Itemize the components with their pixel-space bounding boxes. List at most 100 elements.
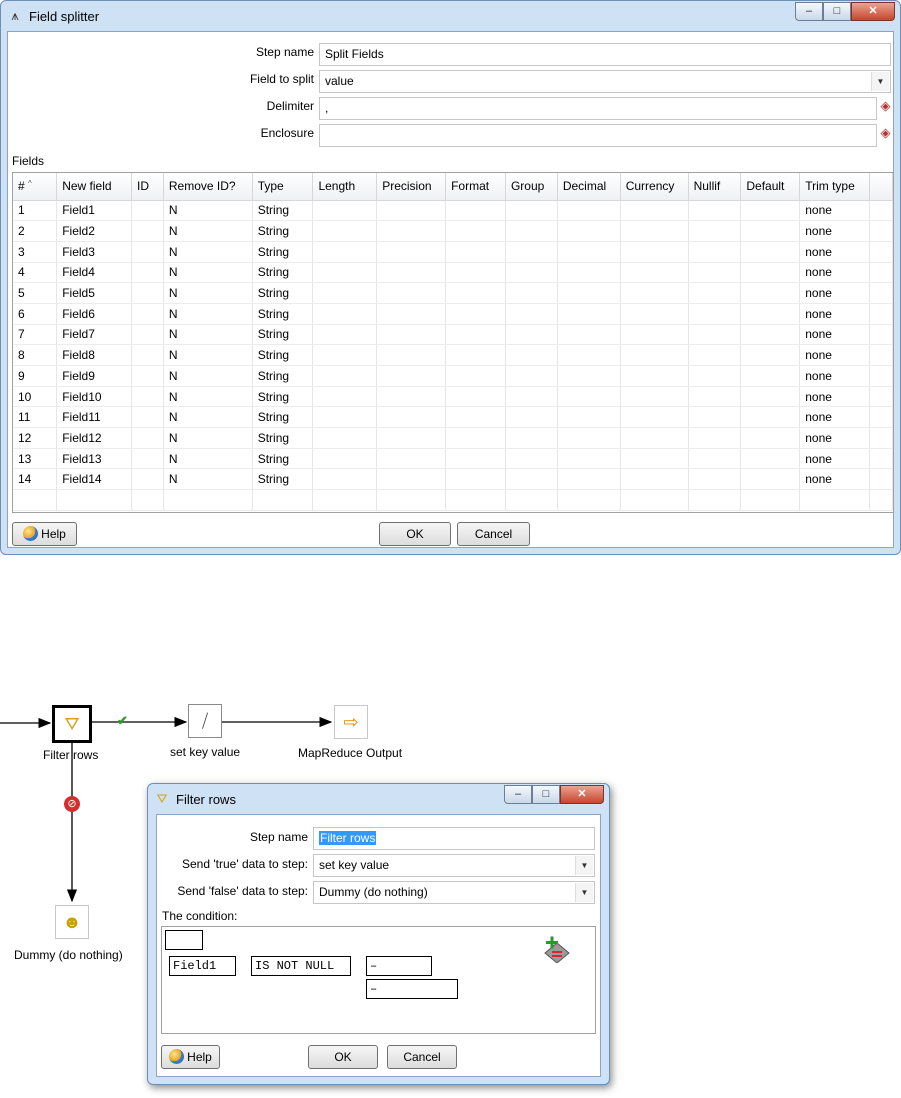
table-cell[interactable] [376,324,447,346]
table-cell[interactable] [505,489,558,511]
table-cell[interactable]: 2 [13,220,58,242]
table-cell[interactable] [376,282,447,304]
table-cell[interactable]: N [163,324,253,346]
table-cell[interactable] [376,406,447,429]
table-cell[interactable] [13,489,58,511]
table-cell[interactable]: String [252,303,314,325]
condition-compare-field[interactable]: – [366,956,432,976]
table-cell[interactable] [505,220,558,242]
table-cell[interactable]: String [252,468,314,491]
table-row[interactable]: 12 Field12 N String none [13,427,893,449]
table-cell[interactable] [620,448,689,470]
table-cell[interactable]: Field2 [56,220,133,242]
table-cell[interactable] [688,241,742,263]
table-cell[interactable] [376,489,447,511]
table-cell[interactable] [445,303,506,325]
table-cell[interactable]: none [799,303,871,325]
table-cell[interactable]: Field14 [56,468,133,491]
table-cell[interactable]: Field3 [56,241,133,263]
table-cell[interactable] [505,365,558,387]
table-cell[interactable]: 3 [13,241,58,263]
table-cell[interactable]: String [252,220,314,242]
table-cell[interactable] [376,303,447,325]
table-cell[interactable] [740,262,801,284]
table-cell[interactable] [131,365,164,387]
table-cell[interactable] [620,262,689,284]
column-header[interactable]: Trim type [799,173,871,201]
ok-button[interactable]: OK [308,1045,378,1069]
table-cell[interactable] [131,262,164,284]
add-condition-icon[interactable] [543,935,571,964]
table-cell[interactable] [376,365,447,387]
table-cell[interactable] [869,489,893,511]
table-cell[interactable] [312,324,378,346]
table-cell[interactable] [505,241,558,263]
filter-rows-titlebar[interactable]: ⛛ Filter rows – □ ✕ [148,784,609,814]
table-cell[interactable]: String [252,324,314,346]
column-header[interactable]: Decimal [557,173,621,201]
table-cell[interactable]: none [799,468,871,491]
maximize-button[interactable]: □ [823,2,851,21]
table-row[interactable]: 9 Field9 N String none [13,365,893,387]
table-row[interactable]: 5 Field5 N String none [13,282,893,304]
table-cell[interactable] [688,262,742,284]
table-cell[interactable] [445,365,506,387]
table-cell[interactable] [376,427,447,449]
table-row[interactable]: 1 Field1 N String none [13,200,893,222]
table-cell[interactable]: String [252,282,314,304]
table-cell[interactable] [312,427,378,449]
table-cell[interactable] [376,344,447,366]
table-cell[interactable]: N [163,241,253,263]
table-cell[interactable] [740,282,801,304]
table-cell[interactable] [312,220,378,242]
table-cell[interactable]: none [799,386,871,408]
table-cell[interactable]: Field5 [56,282,133,304]
table-cell[interactable]: String [252,427,314,449]
condition-field[interactable]: Field1 [169,956,236,976]
table-cell[interactable]: 13 [13,448,58,470]
cancel-button[interactable]: Cancel [457,522,530,546]
table-cell[interactable]: Field4 [56,262,133,284]
column-header[interactable]: Length [312,173,378,201]
table-cell[interactable] [557,262,621,284]
column-header[interactable]: Format [445,173,506,201]
table-cell[interactable] [445,200,506,222]
table-cell[interactable] [557,489,621,511]
dummy-step[interactable]: ☻ [55,905,89,939]
table-cell[interactable] [740,365,801,387]
table-cell[interactable] [505,200,558,222]
table-cell[interactable]: String [252,344,314,366]
chevron-down-icon[interactable]: ▼ [575,856,593,875]
table-cell[interactable] [688,489,742,511]
column-header[interactable]: Default [740,173,801,201]
table-cell[interactable] [557,448,621,470]
table-cell[interactable] [620,241,689,263]
table-cell[interactable]: none [799,324,871,346]
table-cell[interactable] [557,200,621,222]
sort-ascending-icon[interactable]: ^ [28,179,32,188]
table-cell[interactable]: 9 [13,365,58,387]
table-cell[interactable] [557,344,621,366]
table-cell[interactable] [557,406,621,429]
table-cell[interactable]: N [163,282,253,304]
table-cell[interactable]: 6 [13,303,58,325]
table-cell[interactable]: 7 [13,324,58,346]
table-cell[interactable]: String [252,365,314,387]
table-cell[interactable] [505,448,558,470]
table-cell[interactable]: Field7 [56,324,133,346]
table-cell[interactable]: 1 [13,200,58,222]
table-cell[interactable] [740,303,801,325]
table-cell[interactable] [445,344,506,366]
table-cell[interactable] [740,468,801,491]
table-cell[interactable]: 14 [13,468,58,491]
chevron-down-icon[interactable]: ▼ [871,72,889,91]
variable-icon[interactable]: ◈ [879,99,892,112]
table-cell[interactable] [376,448,447,470]
table-cell[interactable] [740,489,801,511]
ok-button[interactable]: OK [379,522,451,546]
table-cell[interactable]: none [799,427,871,449]
table-cell[interactable] [620,386,689,408]
table-cell[interactable] [505,303,558,325]
column-header[interactable]: Group [505,173,558,201]
table-cell[interactable] [557,427,621,449]
